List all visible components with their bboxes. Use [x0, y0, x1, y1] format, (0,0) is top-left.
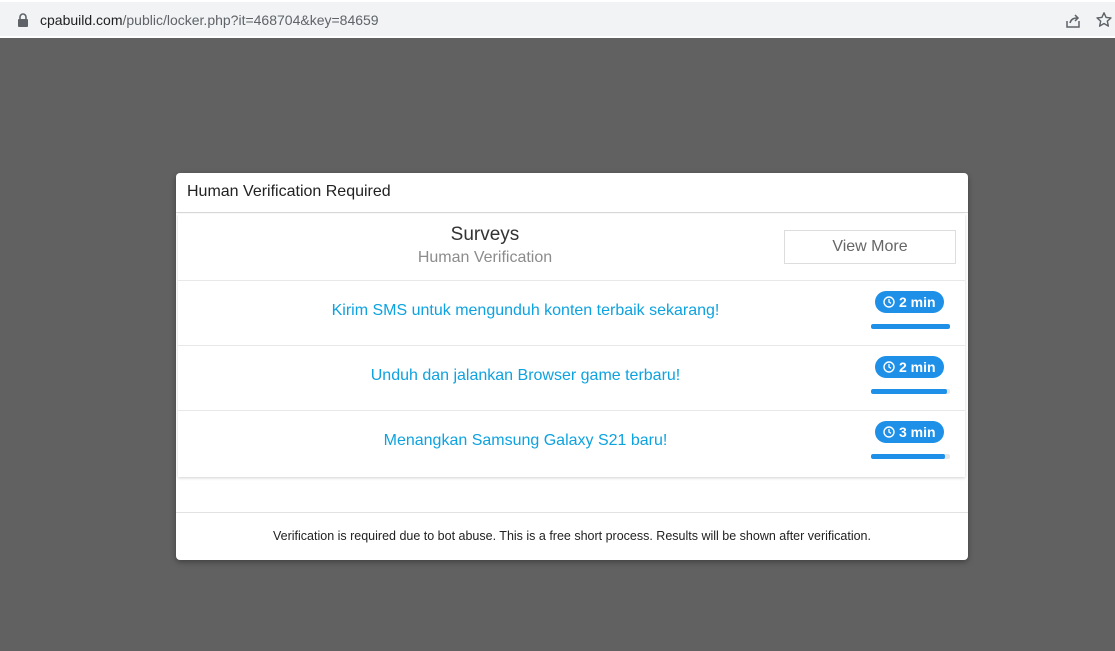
url-host: cpabuild.com [40, 12, 123, 28]
progress-bar [871, 324, 950, 329]
url-text[interactable]: cpabuild.com/public/locker.php?it=468704… [40, 12, 379, 28]
offer-row[interactable]: Unduh dan jalankan Browser game terbaru!… [178, 346, 965, 411]
time-label: 3 min [899, 424, 936, 440]
progress-fill [871, 454, 946, 459]
view-more-button[interactable]: View More [784, 230, 956, 264]
clock-icon [883, 296, 895, 308]
section-title: Surveys [450, 224, 520, 245]
progress-bar [871, 454, 950, 459]
share-icon[interactable] [1064, 12, 1082, 30]
verification-dialog: Human Verification Required Surveys Huma… [176, 173, 968, 560]
offer-link[interactable]: Unduh dan jalankan Browser game terbaru! [178, 367, 873, 385]
time-badge: 3 min [875, 421, 944, 443]
omnibox[interactable]: cpabuild.com/public/locker.php?it=468704… [0, 2, 1115, 36]
time-label: 2 min [899, 294, 936, 310]
browser-address-bar: cpabuild.com/public/locker.php?it=468704… [0, 0, 1115, 38]
progress-fill [871, 324, 950, 329]
offer-row[interactable]: Menangkan Samsung Galaxy S21 baru! 3 min [178, 411, 965, 475]
offers-panel: Surveys Human Verification View More Kir… [178, 214, 965, 477]
time-badge: 2 min [875, 291, 944, 313]
footer-text: Verification is required due to bot abus… [273, 529, 871, 543]
offers-header: Surveys Human Verification View More [178, 214, 965, 281]
progress-fill [871, 389, 947, 394]
dialog-title: Human Verification Required [187, 183, 391, 200]
dialog-header: Human Verification Required [176, 173, 968, 213]
lock-icon[interactable] [17, 13, 29, 27]
time-label: 2 min [899, 359, 936, 375]
section-subtitle: Human Verification [417, 249, 553, 266]
clock-icon [883, 426, 895, 438]
clock-icon [883, 361, 895, 373]
offer-row[interactable]: Kirim SMS untuk mengunduh konten terbaik… [178, 281, 965, 346]
star-icon[interactable] [1095, 11, 1113, 29]
offer-link[interactable]: Kirim SMS untuk mengunduh konten terbaik… [178, 302, 873, 320]
dialog-footer: Verification is required due to bot abus… [176, 512, 968, 560]
url-path: /public/locker.php?it=468704&key=84659 [122, 12, 379, 28]
progress-bar [871, 389, 950, 394]
time-badge: 2 min [875, 356, 944, 378]
offer-link[interactable]: Menangkan Samsung Galaxy S21 baru! [178, 432, 873, 450]
